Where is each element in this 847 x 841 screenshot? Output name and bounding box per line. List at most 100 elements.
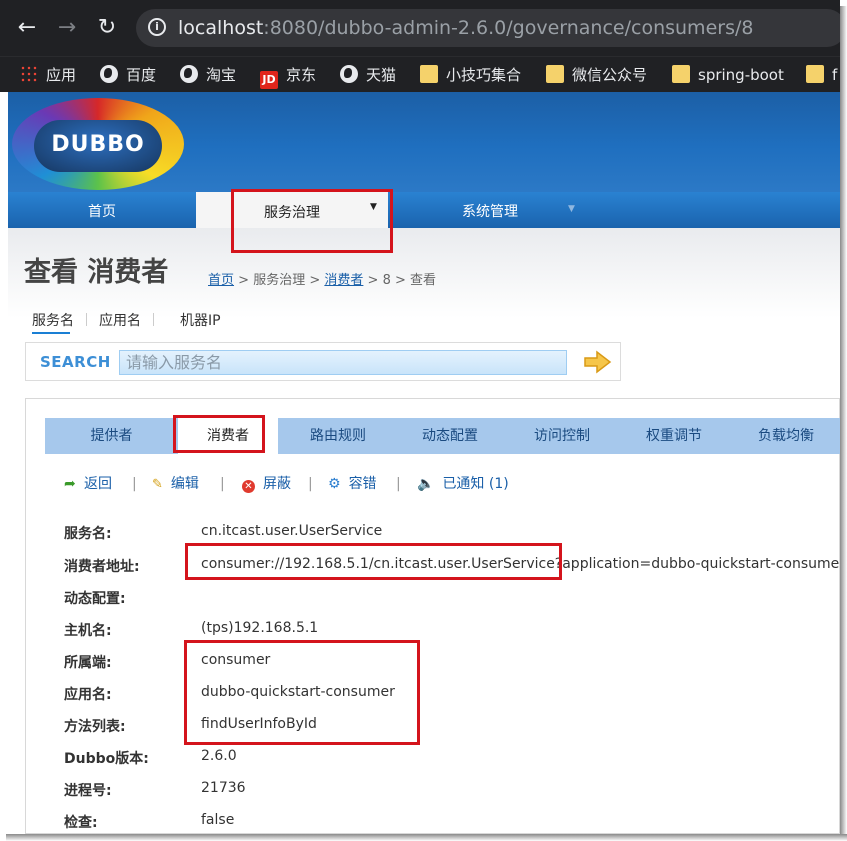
frame-shadow <box>6 834 847 841</box>
arrow-left-icon[interactable]: ← <box>12 13 42 43</box>
search-tab-application[interactable]: 应用名 <box>99 313 141 329</box>
bookmark-tips[interactable]: 小技巧集合 <box>420 63 521 87</box>
bookmark-apps[interactable]: 应用 <box>20 63 76 87</box>
folder-icon <box>806 65 824 83</box>
breadcrumb-consumers[interactable]: 消费者 <box>324 273 363 288</box>
bookmark-label: f <box>832 66 838 84</box>
breadcrumb-view: 查看 <box>410 273 437 288</box>
tab-weights[interactable]: 权重调节 <box>618 418 730 454</box>
detail-label: 方法列表: <box>64 719 126 735</box>
bookmark-taobao[interactable]: 淘宝 <box>180 63 236 87</box>
bookmark-wechat[interactable]: 微信公众号 <box>546 63 647 87</box>
bookmark-label: spring-boot <box>698 66 784 84</box>
action-label: 屏蔽 <box>263 476 291 492</box>
back-button[interactable]: ➦ 返回 <box>64 473 112 495</box>
breadcrumb-id: 8 <box>382 273 391 288</box>
menu-system[interactable]: 系统管理 <box>388 192 592 228</box>
divider <box>153 313 154 326</box>
tab-consumers[interactable]: 消费者 <box>178 416 278 454</box>
action-label: 返回 <box>84 476 112 492</box>
speaker-icon: 🔈 <box>417 476 435 492</box>
bookmark-label: 天猫 <box>366 66 397 84</box>
tab-access-control[interactable]: 访问控制 <box>506 418 618 454</box>
bookmark-tmall[interactable]: 天猫 <box>340 63 396 87</box>
bookmarks-bar: 应用 百度 淘宝 JD 京东 天猫 小技巧集合 微信公众号 spring-boot… <box>0 56 840 92</box>
app-header: DUBBO <box>8 92 840 192</box>
divider <box>86 313 87 326</box>
arrow-right-icon[interactable] <box>582 350 614 374</box>
menu-governance-label: 服务治理 <box>264 205 320 221</box>
dubbo-logo[interactable]: DUBBO <box>12 98 184 190</box>
url-host: localhost <box>178 17 264 39</box>
divider: | <box>396 476 401 492</box>
search-tab-service[interactable]: 服务名 <box>32 313 74 329</box>
url-field[interactable]: i localhost:8080/dubbo-admin-2.6.0/gover… <box>136 9 840 47</box>
detail-value: 21736 <box>201 780 246 796</box>
sub-tabs: 提供者 消费者 路由规则 动态配置 访问控制 权重调节 负载均衡 <box>45 416 840 454</box>
notified-button[interactable]: 🔈 已通知 (1) <box>417 473 509 495</box>
detail-value: cn.itcast.user.UserService <box>201 523 383 539</box>
detail-label: 消费者地址: <box>64 559 140 575</box>
bookmark-spring-boot[interactable]: spring-boot <box>672 63 784 87</box>
detail-value: dubbo-quickstart-consumer <box>201 684 395 700</box>
arrow-right-icon[interactable]: → <box>52 13 82 43</box>
url-path: :8080/dubbo-admin-2.6.0/governance/consu… <box>263 17 754 39</box>
tab-routes[interactable]: 路由规则 <box>282 418 394 454</box>
back-arrow-icon: ➦ <box>64 476 76 492</box>
breadcrumb-home[interactable]: 首页 <box>208 273 234 288</box>
detail-panel <box>25 398 840 834</box>
breadcrumb-sep: > <box>305 273 325 288</box>
edit-button[interactable]: ✎ 编辑 <box>152 473 199 496</box>
detail-value: findUserInfoById <box>201 716 317 732</box>
breadcrumb-sep: > <box>390 273 411 288</box>
folder-icon <box>672 65 690 83</box>
detail-label: 服务名: <box>64 526 112 542</box>
url-text[interactable]: localhost:8080/dubbo-admin-2.6.0/governa… <box>178 17 753 39</box>
detail-label: 检查: <box>64 815 98 831</box>
info-icon[interactable]: i <box>148 18 166 36</box>
frame-shadow <box>840 6 847 841</box>
search-type-tabs: 服务名 应用名 机器IP <box>32 310 221 330</box>
screenshot-frame: ← → ↻ i localhost:8080/dubbo-admin-2.6.0… <box>0 0 840 834</box>
divider: | <box>220 476 225 492</box>
tab-consumers-label: 消费者 <box>207 428 249 444</box>
detail-label: 进程号: <box>64 783 112 799</box>
search-label: SEARCH <box>40 353 111 371</box>
detail-value: false <box>201 812 235 828</box>
apps-grid-icon <box>20 65 38 83</box>
search-input[interactable] <box>119 350 567 375</box>
search-tab-ip[interactable]: 机器IP <box>180 313 221 329</box>
menu-home[interactable]: 首页 <box>8 192 196 228</box>
menu-governance[interactable]: 服务治理 ▼ <box>196 192 388 228</box>
bookmark-label: 微信公众号 <box>572 66 648 84</box>
reload-icon[interactable]: ↻ <box>92 13 122 43</box>
action-label: 容错 <box>348 476 377 492</box>
bookmark-baidu[interactable]: 百度 <box>100 63 156 87</box>
detail-value: 2.6.0 <box>201 748 237 764</box>
browser-address-bar: ← → ↻ i localhost:8080/dubbo-admin-2.6.0… <box>0 0 840 56</box>
block-button[interactable]: ✕ 屏蔽 <box>242 473 291 495</box>
tab-dynamic-config[interactable]: 动态配置 <box>394 418 506 454</box>
action-label: 编辑 <box>170 476 199 492</box>
detail-label: 所属端: <box>64 655 112 671</box>
bookmark-label: 淘宝 <box>206 66 237 84</box>
bookmark-more[interactable]: f <box>806 63 837 87</box>
tab-providers[interactable]: 提供者 <box>45 418 178 454</box>
detail-value: consumer://192.168.5.1/cn.itcast.user.Us… <box>201 556 840 572</box>
tab-load-balance[interactable]: 负载均衡 <box>730 418 840 454</box>
detail-label: 应用名: <box>64 687 112 703</box>
gear-icon: ⚙ <box>328 476 341 492</box>
folder-icon <box>420 65 438 83</box>
folder-icon <box>546 65 564 83</box>
bookmark-label: 京东 <box>286 66 317 84</box>
action-label: 已通知 (1) <box>442 476 509 492</box>
divider: | <box>308 476 313 492</box>
search-bar: SEARCH <box>25 342 621 381</box>
breadcrumb-governance: 服务治理 <box>253 273 306 288</box>
chevron-down-icon: ▼ <box>568 204 575 214</box>
bookmark-jd[interactable]: JD 京东 <box>260 63 317 89</box>
globe-icon <box>180 65 198 83</box>
fault-tolerance-button[interactable]: ⚙ 容错 <box>328 473 377 495</box>
detail-value: (tps)192.168.5.1 <box>201 620 319 636</box>
breadcrumb-sep: > <box>363 273 383 288</box>
